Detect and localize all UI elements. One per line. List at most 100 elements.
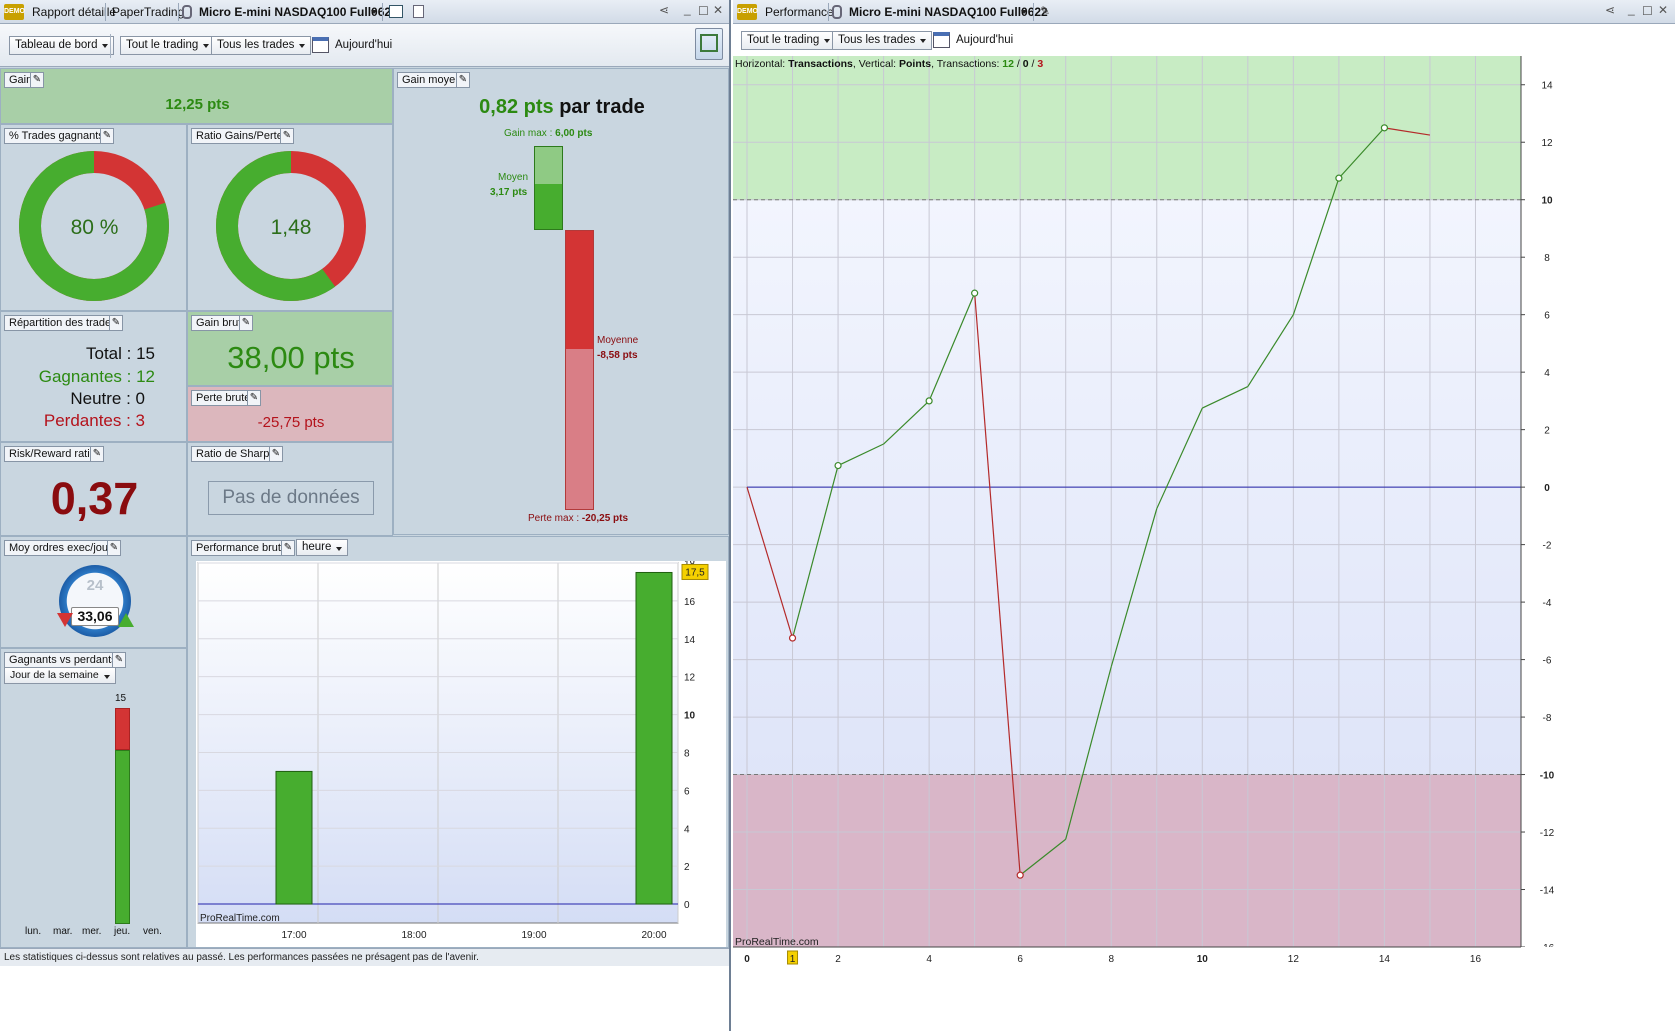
x-tick-label: 17:00 xyxy=(281,930,306,941)
y-tick-label: 14 xyxy=(684,635,696,646)
wrench-icon[interactable]: ✎ xyxy=(107,540,121,556)
perte-brute-panel: Perte brute ✎ -25,75 pts xyxy=(187,386,393,442)
trade-marker xyxy=(925,397,933,405)
rr-title: Risk/Reward ratio xyxy=(4,446,101,462)
ratio-value: 1,48 xyxy=(270,216,312,239)
share-icon[interactable]: ⋖ xyxy=(659,3,669,17)
wrench-icon[interactable]: ✎ xyxy=(100,128,114,144)
perf-brute-panel: Performance brute ✎ heure 0 2 4 6 8 10 12 14 16 1… xyxy=(187,536,729,948)
win-pct-value: 80 % xyxy=(70,216,119,239)
x-tick-label: 19:00 xyxy=(521,930,546,941)
link-icon[interactable] xyxy=(182,5,192,19)
minimize-icon[interactable]: _ xyxy=(684,2,691,16)
wrench-icon[interactable]: ✎ xyxy=(112,652,126,668)
instrument-selector[interactable]: Micro E-mini NASDAQ100 Full0622 xyxy=(199,0,398,24)
date-label[interactable]: Aujourd'hui xyxy=(956,34,1013,46)
tab-performance[interactable]: Performance xyxy=(765,0,834,24)
win-pct-panel: % Trades gagnants ✎ 80 % xyxy=(0,124,187,311)
trade-marker xyxy=(788,634,797,642)
trades-dropdown[interactable]: Tous les trades xyxy=(832,31,933,50)
sharpe-title: Ratio de Sharpe xyxy=(191,446,281,462)
perf-period-dropdown[interactable]: heure xyxy=(296,539,349,556)
scope-dropdown[interactable]: Tout le trading xyxy=(120,36,216,55)
avg-gain-suffix: par trade xyxy=(559,96,645,118)
y-tick-label: 16 xyxy=(684,597,696,608)
winners-bar xyxy=(115,750,130,924)
gain-panel: Gain ✎ 12,25 pts xyxy=(0,68,393,124)
upper-zone xyxy=(733,56,1521,200)
view-dropdown[interactable]: Tableau de bord xyxy=(9,36,115,55)
chevron-down-icon[interactable] xyxy=(1021,10,1027,14)
y-tick-label: -14 xyxy=(1540,886,1555,897)
wrench-icon[interactable]: ✎ xyxy=(269,446,283,462)
x-tick-label: 20:00 xyxy=(641,930,666,941)
sharpe-value: Pas de données xyxy=(208,481,374,515)
tab-rapport-detaille[interactable]: Rapport détaillé xyxy=(32,0,116,24)
y-tick-label: 4 xyxy=(1544,368,1550,379)
performance-watermark: ProRealTime.com xyxy=(735,936,819,948)
win-pct-title: % Trades gagnants xyxy=(4,128,109,144)
y-tick-label: 8 xyxy=(1544,253,1550,264)
instrument-selector[interactable]: Micro E-mini NASDAQ100 Full0622 xyxy=(849,0,1048,24)
wrench-icon[interactable]: ✎ xyxy=(30,72,44,88)
close-icon[interactable]: ✕ xyxy=(1658,3,1668,17)
x-tick-label: 12 xyxy=(1288,954,1300,965)
moyen-value: 3,17 pts xyxy=(490,187,528,198)
wrench-icon[interactable]: ✎ xyxy=(280,128,294,144)
close-icon[interactable]: ✕ xyxy=(713,3,723,17)
wrench-icon[interactable]: ✎ xyxy=(109,315,123,331)
share-icon[interactable]: ⋖ xyxy=(1605,3,1615,17)
wrench-icon[interactable]: ✎ xyxy=(1040,4,1050,18)
perte-brute-title: Perte brute xyxy=(191,390,256,406)
period-dropdown[interactable]: Jour de la semaine xyxy=(4,667,116,684)
date-label[interactable]: Aujourd'hui xyxy=(335,39,392,51)
scope-dropdown[interactable]: Tout le trading xyxy=(741,31,837,50)
dashboard-settings-icon[interactable] xyxy=(695,28,723,60)
y-tick-label: 12 xyxy=(1541,138,1553,149)
y-tick-label: 10 xyxy=(1541,196,1553,207)
winlose-panel: Gagnants vs perdants ✎ Jour de la semain… xyxy=(0,648,187,948)
avg-gain-panel: Gain moyen ✎ 0,82 pts par trade Gain max… xyxy=(393,68,729,535)
chart-icon[interactable] xyxy=(389,5,403,18)
chevron-down-icon[interactable] xyxy=(371,10,377,14)
moyenne-label: Moyenne xyxy=(597,335,639,346)
value-badge-label: 17,5 xyxy=(685,567,705,578)
gain-max-bar xyxy=(534,146,563,230)
rr-panel: Risk/Reward ratio ✎ 0,37 xyxy=(0,442,187,536)
y-tick-label: 2 xyxy=(684,862,690,873)
right-toolbar: Tout le trading Tous les trades Aujourd'… xyxy=(733,24,1675,56)
gain-max-label: Gain max : 6,00 pts xyxy=(504,128,593,139)
wrench-icon[interactable]: ✎ xyxy=(456,72,470,88)
y-tick-label: -2 xyxy=(1543,541,1552,552)
perte-max-bar xyxy=(565,230,594,510)
tab-papertrading[interactable]: PaperTrading xyxy=(112,0,184,24)
wrench-icon[interactable]: ✎ xyxy=(90,446,104,462)
x-tick-label: 6 xyxy=(1017,954,1023,965)
trade-marker xyxy=(1335,174,1343,182)
trades-dropdown[interactable]: Tous les trades xyxy=(211,36,312,55)
y-tick-label: 0 xyxy=(684,900,690,911)
avg-gain-headline: 0,82 pts par trade xyxy=(394,96,730,119)
calendar-icon[interactable] xyxy=(312,37,329,53)
link-icon[interactable] xyxy=(832,5,842,19)
left-window: DEMO Rapport détaillé PaperTrading Micro… xyxy=(0,0,731,1031)
chart-info: Horizontal: Transactions, Vertical: Poin… xyxy=(735,58,1044,70)
y-tick-label: 6 xyxy=(1544,311,1550,322)
maximize-icon[interactable]: ☐ xyxy=(1642,4,1653,18)
minimize-icon[interactable]: _ xyxy=(1628,2,1635,16)
orders-panel: Moy ordres exec/jour ✎ 24 33,06 xyxy=(0,536,187,648)
wrench-icon[interactable]: ✎ xyxy=(281,540,295,556)
maximize-icon[interactable]: ☐ xyxy=(698,4,709,18)
y-tick-label: 12 xyxy=(684,673,696,684)
wrench-icon[interactable]: ✎ xyxy=(247,390,261,406)
copy-icon[interactable] xyxy=(413,5,424,18)
losing-trades: Perdantes : 3 xyxy=(43,411,145,430)
repartition-panel: Répartition des trades ✎ Total : 15 Gagn… xyxy=(0,311,187,442)
x-tick-label: 14 xyxy=(1379,954,1391,965)
wrench-icon[interactable]: ✎ xyxy=(239,315,253,331)
right-window: DEMO Performance Micro E-mini NASDAQ100 … xyxy=(733,0,1675,1031)
bar xyxy=(635,571,673,905)
y-tick-label: -12 xyxy=(1540,828,1555,839)
day-label: lun. xyxy=(25,926,42,937)
calendar-icon[interactable] xyxy=(933,32,950,48)
